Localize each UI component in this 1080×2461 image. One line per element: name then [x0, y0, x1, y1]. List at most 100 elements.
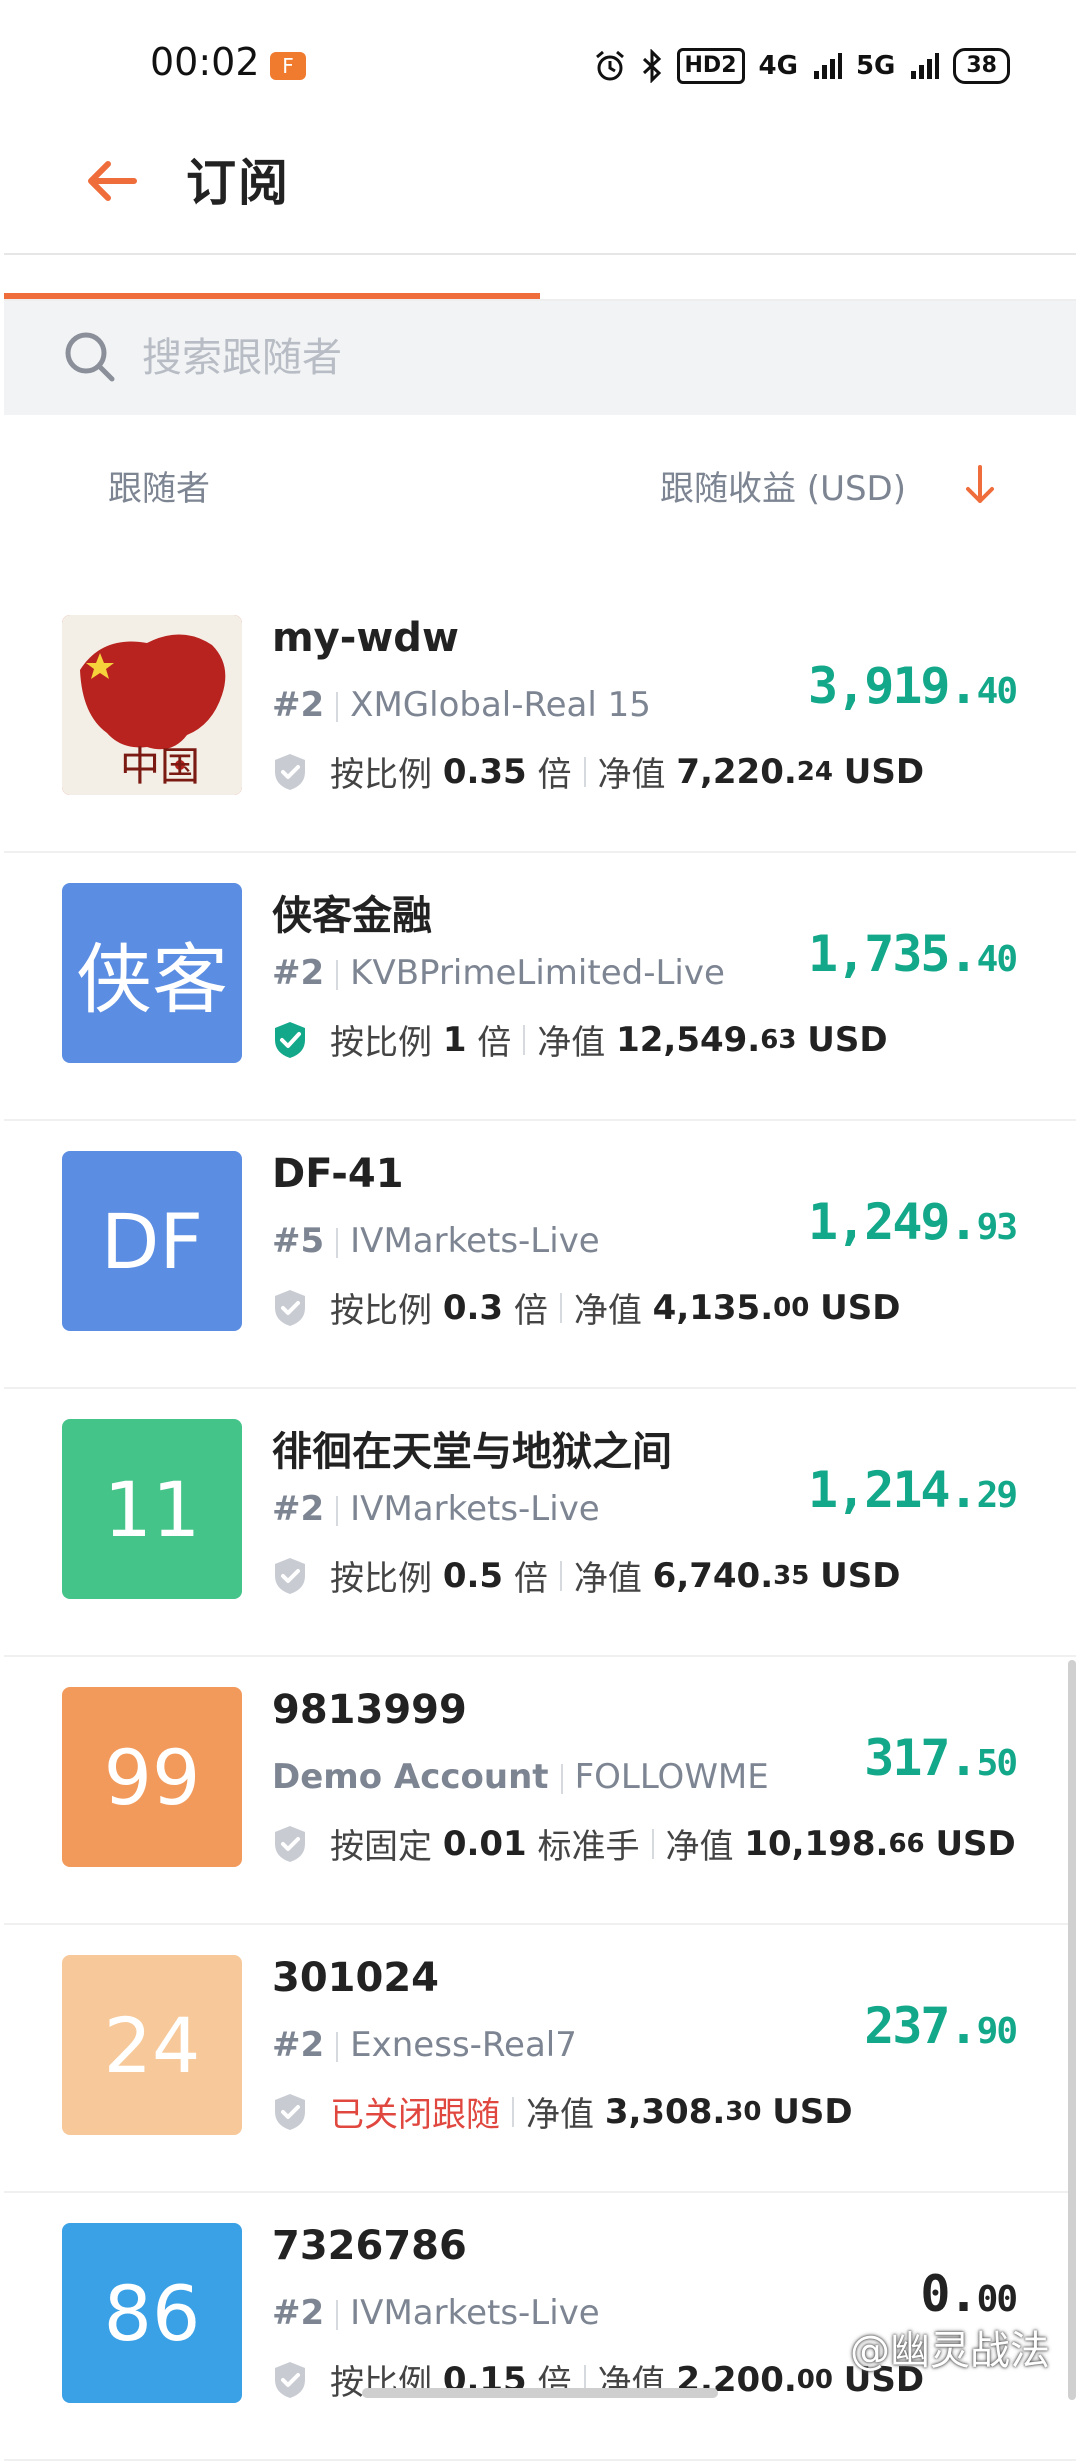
follow-profit: 0.00	[920, 2265, 1018, 2323]
account-server: KVBPrimeLimited-Live	[350, 953, 725, 993]
currency-label: USD	[820, 1555, 901, 1596]
follow-profit: 1,735.40	[808, 925, 1018, 983]
back-arrow-icon[interactable]	[82, 151, 142, 211]
net-value-label: 净值	[573, 1291, 642, 1331]
account-info: Demo Account FOLLOWME	[272, 1757, 769, 1797]
follower-row[interactable]: DF DF-41 #5 IVMarkets-Live 按比例 0.3 倍净值 4,135…	[4, 1121, 1076, 1389]
follower-name: 9813999	[272, 1687, 467, 1733]
divider	[560, 1763, 563, 1794]
network-5g-indicator: 5G	[855, 51, 896, 81]
equity-value-dec: 66	[888, 1828, 925, 1859]
follow-mode: 按固定	[330, 1827, 432, 1867]
account-info: #2 IVMarkets-Live	[272, 2293, 600, 2333]
app-frame: 订阅 跟随者 跟随收益 (USD) 中国 my-wdw #2 XMGlobal-Rea…	[4, 105, 1076, 2461]
divider	[336, 2031, 339, 2062]
avatar-initials: 侠客	[76, 935, 228, 1024]
follower-row[interactable]: 11 徘徊在天堂与地狱之间 #2 IVMarkets-Live 按比例 0.5 倍净值 …	[4, 1389, 1076, 1657]
follow-details: 按比例 0.5 倍净值 6,740. 35 USD	[272, 1551, 900, 1600]
account-server: XMGlobal-Real 15	[350, 685, 651, 725]
svg-text:F: F	[282, 54, 294, 78]
follower-row[interactable]: 99 9813999 Demo Account FOLLOWME 按固定 0.01 标准…	[4, 1657, 1076, 1925]
shield-icon	[275, 2361, 305, 2398]
watermark-text: @幽灵战法	[850, 2328, 1050, 2374]
app-header: 订阅	[4, 105, 1076, 253]
equity-value-dec: 63	[760, 1024, 797, 1055]
follow-ratio: 0.5	[442, 1555, 504, 1596]
search-input[interactable]	[140, 323, 1024, 393]
shield-icon	[275, 1289, 305, 1326]
home-indicator[interactable]	[362, 2388, 718, 2398]
shield-icon	[275, 753, 305, 790]
status-indicators: HD2 4G 5G 38	[593, 46, 1010, 86]
avatar[interactable]: 86	[62, 2223, 242, 2403]
avatar[interactable]: 中国	[62, 615, 242, 795]
divider	[336, 1495, 339, 1526]
avatar-initials: DF	[100, 1196, 204, 1286]
equity-value-int: 3,308.	[604, 2091, 726, 2132]
follower-row[interactable]: 侠客 侠客金融 #2 KVBPrimeLimited-Live 按比例 1 倍净值 12…	[4, 853, 1076, 1121]
equity-value-dec: 30	[725, 2096, 762, 2127]
profit-int: 1,214.	[808, 1461, 979, 1519]
equity-value-int: 7,220.	[676, 751, 797, 792]
profit-int: 237.	[864, 1997, 978, 2055]
follow-details: 按固定 0.01 标准手 净值 10,198. 66 USD	[272, 1819, 1016, 1868]
follow-mode: 按比例	[330, 755, 432, 795]
account-info: #2 KVBPrimeLimited-Live	[272, 953, 725, 993]
account-rank: #2	[272, 2025, 325, 2065]
follow-ratio: 0.01	[442, 1823, 527, 1864]
search-icon	[65, 332, 115, 382]
profit-int: 1,249.	[808, 1193, 979, 1251]
sort-descending-icon[interactable]	[962, 463, 998, 507]
follow-unit: 倍	[513, 1291, 548, 1331]
followers-column-label: 跟随者	[108, 469, 210, 509]
profit-int: 1,735.	[808, 925, 979, 983]
equity-value-int: 10,198.	[744, 1823, 889, 1864]
search-bar[interactable]	[4, 301, 1076, 415]
profit-column-label[interactable]: 跟随收益 (USD)	[660, 461, 906, 510]
profit-dec: 93	[976, 1207, 1018, 1248]
avatar[interactable]: 侠客	[62, 883, 242, 1063]
follow-profit: 317.50	[864, 1729, 1018, 1787]
follow-status-closed: 已关闭跟随	[330, 2095, 500, 2135]
account-rank: Demo Account	[272, 1757, 549, 1797]
follow-unit: 倍	[513, 1559, 548, 1599]
profit-dec: 00	[976, 2279, 1018, 2320]
equity-value-dec: 24	[796, 756, 833, 787]
svg-text:中国: 中国	[120, 744, 200, 790]
follow-unit: 倍	[477, 1023, 512, 1063]
equity-value-dec: 35	[773, 1560, 810, 1591]
divider	[512, 2096, 514, 2127]
signal-icon	[813, 53, 842, 79]
avatar[interactable]: 11	[62, 1419, 242, 1599]
verified-shield-icon	[275, 1021, 305, 1058]
shield-icon	[275, 1825, 305, 1862]
follow-profit: 1,214.29	[808, 1461, 1018, 1519]
currency-label: USD	[772, 2091, 853, 2132]
shield-icon	[275, 2093, 305, 2130]
follower-name: 徘徊在天堂与地狱之间	[272, 1429, 672, 1475]
currency-label: USD	[843, 751, 925, 792]
profit-dec: 40	[976, 939, 1018, 980]
avatar-initials: 99	[103, 1732, 201, 1822]
account-rank: #2	[272, 2293, 325, 2333]
follower-row[interactable]: 中国 my-wdw #2 XMGlobal-Real 15 按比例 0.35 倍净值 7…	[4, 585, 1076, 853]
follower-row[interactable]: 24 301024 #2 Exness-Real7 已关闭跟随 净值 3,308. 30 U…	[4, 1925, 1076, 2193]
account-info: #2 IVMarkets-Live	[272, 1489, 600, 1529]
account-server: IVMarkets-Live	[350, 2293, 600, 2333]
follower-name: DF-41	[272, 1151, 404, 1197]
divider	[559, 1292, 562, 1323]
account-rank: #2	[272, 953, 325, 993]
avatar[interactable]: 24	[62, 1955, 242, 2135]
profit-int: 317.	[864, 1729, 978, 1787]
avatar[interactable]: 99	[62, 1687, 242, 1867]
avatar-initials: 24	[103, 2000, 201, 2090]
divider	[559, 1560, 562, 1591]
profit-dec: 90	[976, 2011, 1018, 2052]
account-server: FOLLOWME	[574, 1757, 769, 1797]
follow-details: 按比例 0.3 倍净值 4,135. 00 USD	[272, 1283, 900, 1332]
avatar[interactable]: DF	[62, 1151, 242, 1331]
net-value-label: 净值	[537, 1023, 606, 1063]
follower-name: 7326786	[272, 2223, 467, 2269]
scrollbar[interactable]	[1068, 1660, 1076, 2400]
status-time: 00:02	[150, 40, 260, 84]
